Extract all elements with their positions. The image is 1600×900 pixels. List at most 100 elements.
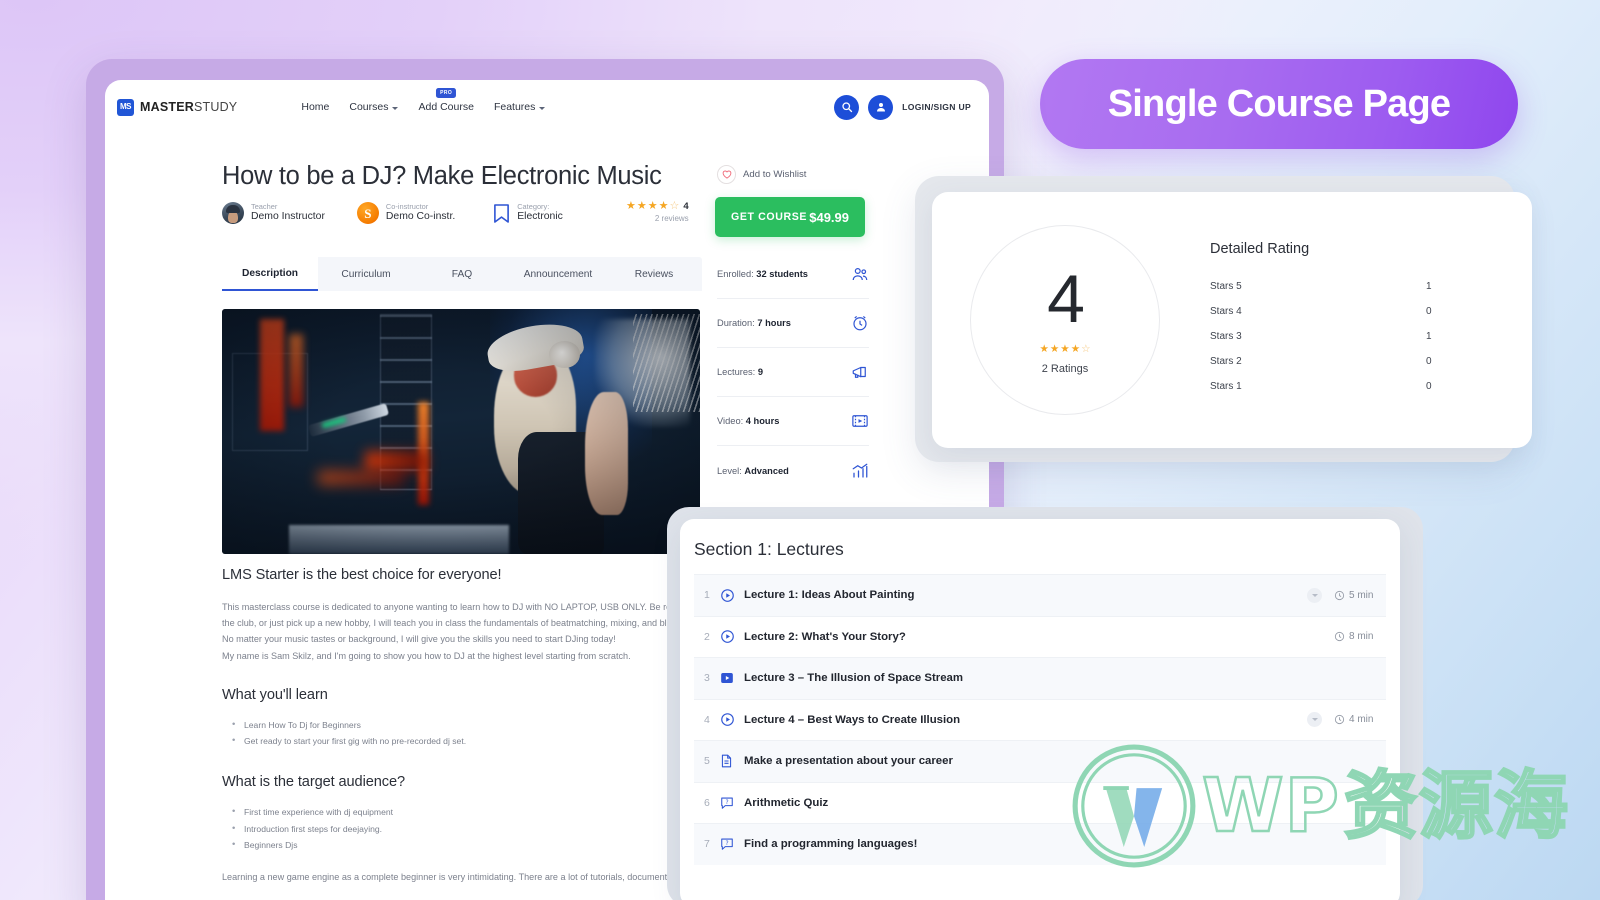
students-icon (852, 268, 868, 281)
lecture-number: 7 (704, 838, 710, 851)
play-circle-icon (720, 712, 736, 728)
tab-reviews[interactable]: Reviews (606, 257, 702, 291)
description-closing: Learning a new game engine as a complete… (222, 872, 675, 883)
meta-category[interactable]: Category: Electronic (493, 202, 563, 224)
course-tabs: Description Curriculum FAQ Announcement … (222, 257, 702, 291)
course-title: How to be a DJ? Make Electronic Music (222, 162, 662, 190)
play-circle-icon (720, 587, 736, 603)
rating-bar-track (1256, 281, 1328, 292)
lecture-row[interactable]: 3 Lecture 3 – The Illusion of Space Stre… (694, 657, 1386, 699)
info-row-lectures: Lectures: 9 (717, 348, 869, 397)
rating-bar-count: 0 (1426, 356, 1432, 367)
detailed-rating-card: 4 ★ ★ ★ ★ ☆ 2 Ratings Detailed Rating St… (932, 192, 1532, 448)
tab-description[interactable]: Description (222, 257, 318, 291)
add-to-wishlist-button[interactable]: Add to Wishlist (717, 165, 806, 184)
description-paragraph: My name is Sam Skilz, and I'm going to s… (222, 650, 631, 661)
star-icon: ★ (1039, 342, 1049, 355)
info-row-video: Video: 4 hours (717, 397, 869, 446)
lecture-number: 3 (704, 672, 710, 685)
lecture-row[interactable]: 1 Lecture 1: Ideas About Painting 5 min (694, 574, 1386, 616)
course-description: LMS Starter is the best choice for every… (222, 567, 692, 885)
nav-item-courses[interactable]: Courses (349, 101, 399, 113)
user-icon (876, 103, 885, 112)
rating-bar-track (1256, 306, 1328, 317)
lecture-title: Arithmetic Quiz (744, 796, 829, 809)
quiz-icon: ? (720, 795, 736, 811)
search-icon (842, 102, 852, 113)
svg-text:?: ? (725, 841, 728, 847)
brand-name: MASTERSTUDY (140, 100, 238, 114)
megaphone-icon (852, 366, 866, 378)
meta-teacher[interactable]: Teacher Demo Instructor (222, 202, 325, 224)
ratings-count-label: 2 Ratings (1041, 363, 1089, 376)
star-rating: ★ ★ ★ ★ ☆ 4 (626, 200, 689, 213)
course-info-list: Enrolled: 32 students Duration: 7 hours … (717, 250, 869, 495)
description-paragraph: No matter your music tastes or backgroun… (222, 634, 616, 645)
login-signup-link[interactable]: LOGIN/SIGN UP (902, 102, 971, 112)
star-icon: ★ (1049, 342, 1060, 355)
lecture-title: Lecture 2: What's Your Story? (744, 630, 906, 643)
site-header: MS MASTERSTUDY Home Courses PRO Add Cour… (105, 80, 989, 134)
list-item: Learn How To Dj for Beginners (232, 718, 692, 733)
lecture-number: 6 (704, 796, 710, 809)
chevron-down-icon[interactable] (1307, 587, 1322, 603)
nav-label: Features (493, 101, 536, 113)
lecture-number: 4 (704, 713, 710, 726)
pro-badge: PRO (436, 88, 457, 98)
play-circle-icon (720, 629, 736, 645)
star-icon: ★ (626, 200, 636, 212)
tab-announcement[interactable]: Announcement (510, 257, 606, 291)
account-button[interactable] (868, 94, 894, 120)
meta-label: Co-instructor (385, 201, 429, 211)
lecture-number: 2 (704, 630, 710, 643)
get-course-label: GET COURSE (731, 211, 808, 223)
tab-faq[interactable]: FAQ (414, 257, 510, 291)
course-rating-summary: ★ ★ ★ ★ ☆ 4 2 reviews (626, 200, 689, 224)
rating-bar-track (1256, 381, 1328, 392)
lecture-row[interactable]: 5 Make a presentation about your career (694, 740, 1386, 782)
meta-co-instructor[interactable]: S Co-instructor Demo Co-instr. (356, 201, 455, 224)
rating-bar-count: 0 (1426, 306, 1432, 317)
get-course-button[interactable]: GET COURSE $49.99 (715, 197, 865, 237)
meta-value: Demo Instructor (251, 211, 325, 223)
lecture-duration: 5 min (1334, 590, 1378, 601)
clock-icon (1334, 590, 1345, 600)
detailed-rating-title: Detailed Rating (1210, 241, 1310, 257)
star-outline-icon: ☆ (1081, 342, 1091, 355)
lecture-title: Lecture 1: Ideas About Painting (744, 589, 915, 602)
svg-text:?: ? (725, 800, 728, 806)
rating-bar-count: 1 (1426, 331, 1432, 342)
star-icon: ★ (1060, 342, 1070, 355)
list-item: Get ready to start your first gig with n… (232, 734, 692, 749)
lecture-row[interactable]: 7 ? Find a programming languages! (694, 823, 1386, 865)
course-meta-row: Teacher Demo Instructor S Co-instructor … (222, 202, 563, 224)
chevron-down-icon[interactable] (1307, 712, 1322, 728)
description-heading-3: What is the target audience? (222, 774, 405, 791)
list-item: Beginners Djs (232, 838, 692, 853)
tab-curriculum[interactable]: Curriculum (318, 257, 414, 291)
header-actions: LOGIN/SIGN UP (834, 94, 971, 120)
skillz-avatar: S (356, 202, 379, 224)
rating-bar-track (1256, 356, 1328, 367)
rating-bar-label: Stars 2 (1210, 356, 1242, 367)
brand-logo[interactable]: MS MASTERSTUDY (117, 98, 238, 116)
search-button[interactable] (834, 94, 860, 120)
nav-item-features[interactable]: Features (493, 101, 546, 113)
lecture-number: 1 (704, 589, 710, 602)
rating-bar-label: Stars 1 (1210, 381, 1242, 392)
nav-label: Add Course (418, 101, 474, 113)
lecture-row[interactable]: 2 Lecture 2: What's Your Story? 8 min (694, 615, 1386, 657)
meta-value: Electronic (517, 211, 563, 223)
rating-bar-count: 0 (1426, 381, 1432, 392)
nav-item-add-course[interactable]: PRO Add Course (418, 88, 474, 113)
lecture-title: Find a programming languages! (744, 838, 918, 851)
rating-bar-row: Stars 2 0 (1210, 349, 1432, 374)
nav-item-home[interactable]: Home (301, 101, 329, 113)
rating-bar-row: Stars 1 0 (1210, 374, 1432, 399)
bookmark-icon (494, 203, 510, 223)
star-icon: ★ (1070, 342, 1081, 355)
lecture-row[interactable]: 4 Lecture 4 – Best Ways to Create Illusi… (694, 698, 1386, 740)
lecture-row[interactable]: 6 ? Arithmetic Quiz (694, 781, 1386, 823)
curriculum-card: Section 1: Lectures 1 Lecture 1: Ideas A… (680, 519, 1400, 900)
star-icon: ★ (658, 200, 669, 212)
